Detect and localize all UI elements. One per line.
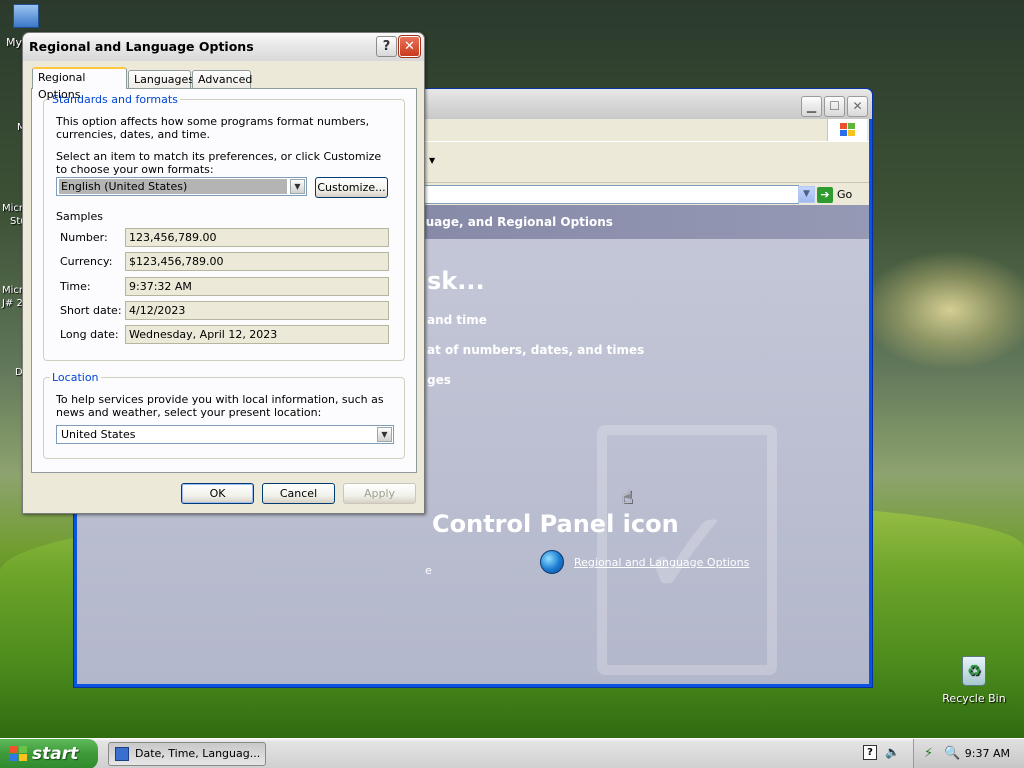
regional-options-link-item[interactable]: Regional and Language Options	[540, 550, 749, 574]
dialog-titlebar[interactable]: Regional and Language Options ? ✕	[23, 33, 424, 61]
chevron-down-icon[interactable]: ▼	[429, 156, 435, 165]
control-panel-icon	[115, 747, 129, 761]
search-icon[interactable]: 🔍	[944, 746, 960, 761]
group-legend: Location	[50, 371, 101, 384]
chevron-down-icon[interactable]: ▼	[377, 427, 392, 442]
volume-icon[interactable]: 🔈	[885, 745, 900, 759]
task-link[interactable]: ges	[427, 373, 451, 387]
recycle-bin-icon: ♻	[962, 656, 986, 686]
network-icon[interactable]: ⚡	[924, 746, 933, 761]
sample-label: Long date:	[60, 328, 119, 341]
taskbar-window-button[interactable]: Date, Time, Languag...	[108, 742, 266, 766]
sample-time-field: 9:37:32 AM	[125, 277, 389, 296]
ok-button[interactable]: OK	[181, 483, 254, 504]
hand-cursor-icon: ☝	[622, 487, 633, 508]
partial-link-text: e	[425, 564, 432, 577]
tab-regional-options[interactable]: Regional Options	[32, 67, 127, 101]
sample-label: Time:	[60, 280, 91, 293]
minimize-button[interactable]: ▁	[801, 96, 822, 117]
windows-flag-icon	[10, 746, 28, 762]
desktop-partial-label: Micr	[2, 285, 24, 296]
clock[interactable]: 9:37 AM	[965, 747, 1010, 760]
go-arrow-icon: ➔	[817, 187, 833, 203]
address-dropdown-button[interactable]: ▼	[798, 186, 815, 203]
chevron-down-icon[interactable]: ▼	[290, 179, 305, 194]
sample-long-date-field: Wednesday, April 12, 2023	[125, 325, 389, 344]
close-button[interactable]: ✕	[847, 96, 868, 117]
system-tray: ⚡ 🔍 9:37 AM	[913, 739, 1024, 768]
start-label: start	[32, 744, 79, 764]
sample-short-date-field: 4/12/2023	[125, 301, 389, 320]
desktop-icon-recycle-bin[interactable]: ♻ Recycle Bin	[940, 656, 1008, 705]
customize-button[interactable]: Customize...	[315, 177, 388, 198]
samples-heading: Samples	[56, 210, 103, 223]
go-label: Go	[837, 188, 853, 201]
standards-formats-group: Standards and formats This option affect…	[43, 93, 405, 361]
help-button[interactable]: ?	[376, 36, 397, 57]
start-button[interactable]: start	[0, 739, 98, 768]
standards-description: This option affects how some programs fo…	[56, 115, 370, 141]
tab-advanced[interactable]: Advanced	[192, 70, 252, 88]
task-link[interactable]: and time	[427, 313, 487, 327]
computer-icon	[13, 4, 39, 28]
cancel-button[interactable]: Cancel	[262, 483, 335, 504]
tab-languages[interactable]: Languages	[128, 70, 194, 88]
apply-button[interactable]: Apply	[343, 483, 416, 504]
windows-logo-icon	[827, 119, 867, 141]
sample-label: Number:	[60, 231, 108, 244]
taskbar: start Date, Time, Languag... ? 🔈 ⚡ 🔍 9:3…	[0, 738, 1024, 768]
format-select[interactable]: English (United States) ▼	[56, 177, 307, 196]
globe-icon	[540, 550, 564, 574]
sample-label: Currency:	[60, 255, 113, 268]
regional-options-dialog[interactable]: Regional and Language Options ? ✕ Region…	[22, 32, 425, 514]
sample-currency-field: $123,456,789.00	[125, 252, 389, 271]
desktop-icon-label: Recycle Bin	[942, 692, 1006, 705]
maximize-button[interactable]: ☐	[824, 96, 845, 117]
format-select-value: English (United States)	[59, 179, 287, 194]
sample-label: Short date:	[60, 304, 122, 317]
help-tray-icon[interactable]: ?	[863, 745, 877, 760]
dialog-title: Regional and Language Options	[29, 39, 254, 54]
desktop-partial-label: Micr	[2, 203, 24, 214]
taskbar-window-label: Date, Time, Languag...	[135, 747, 261, 760]
location-group: Location To help services provide you wi…	[43, 371, 405, 459]
sky-glow	[860, 250, 1024, 370]
tab-panel-regional-options: Standards and formats This option affect…	[31, 88, 417, 473]
task-link[interactable]: at of numbers, dates, and times	[427, 343, 644, 357]
control-panel-icon-title: Control Panel icon	[432, 510, 679, 538]
desktop-partial-label: J# 2	[2, 298, 23, 309]
pick-task-title: sk...	[427, 267, 485, 295]
sample-number-field: 123,456,789.00	[125, 228, 389, 247]
location-select-value: United States	[61, 428, 136, 441]
location-select[interactable]: United States ▼	[56, 425, 394, 444]
go-button[interactable]: ➔ Go	[817, 185, 865, 204]
location-description: To help services provide you with local …	[56, 393, 384, 419]
close-button[interactable]: ✕	[398, 35, 421, 58]
regional-options-link[interactable]: Regional and Language Options	[574, 556, 749, 569]
standards-instruction: Select an item to match its preferences,…	[56, 150, 382, 176]
